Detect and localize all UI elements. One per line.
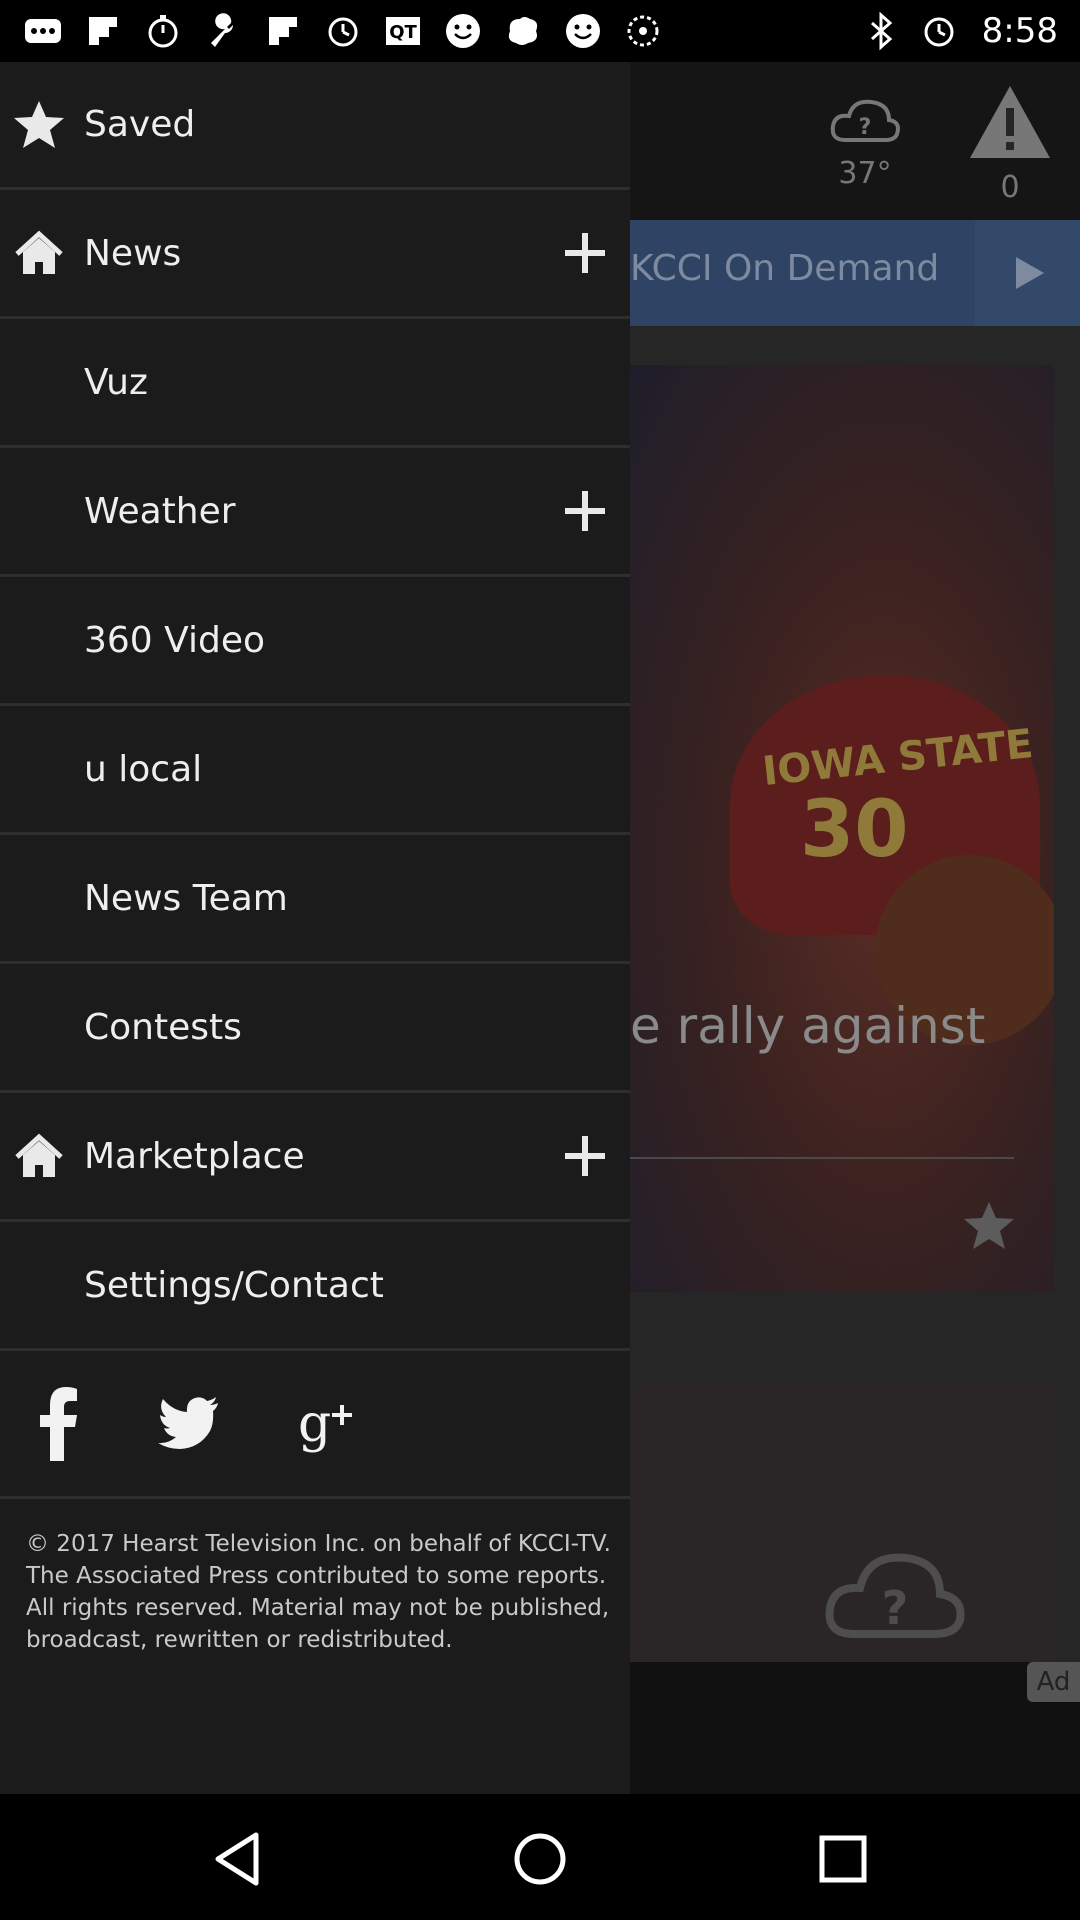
card-divider: [630, 1157, 1014, 1159]
svg-text:?: ?: [859, 115, 872, 140]
temperature: 37°: [838, 156, 892, 191]
menu-item-news[interactable]: News: [0, 190, 630, 319]
story-card[interactable]: IOWA STATE 30: [630, 365, 1054, 1292]
home-icon[interactable]: [505, 1824, 575, 1894]
more-icon: [22, 10, 64, 52]
brain-icon: [502, 10, 544, 52]
menu-item-360-video[interactable]: 360 Video: [0, 577, 630, 706]
menu-item-label: News: [84, 232, 182, 274]
story-headline[interactable]: e rally against: [630, 997, 985, 1055]
menu-item-weather[interactable]: Weather: [0, 448, 630, 577]
bluetooth-icon: [860, 10, 902, 52]
menu-item-label: Marketplace: [84, 1135, 305, 1177]
menu-item-marketplace[interactable]: Marketplace: [0, 1093, 630, 1222]
warning-icon: [970, 86, 1050, 158]
alarm-icon: [918, 10, 960, 52]
menu-item-label: Contests: [84, 1006, 242, 1048]
menu-item-settings-contact[interactable]: Settings/Contact: [0, 1222, 630, 1351]
on-demand-label: KCCI On Demand: [630, 248, 940, 289]
menu-item-u-local[interactable]: u local: [0, 706, 630, 835]
alerts-widget[interactable]: 0: [960, 82, 1060, 205]
menu-item-saved[interactable]: Saved: [0, 62, 630, 190]
menu-item-label: Saved: [84, 104, 196, 145]
menu-item-vuz[interactable]: Vuz: [0, 319, 630, 448]
notification-icons: QT: [22, 10, 664, 52]
expand-plus-icon[interactable]: [560, 228, 610, 278]
home-icon: [12, 1129, 66, 1183]
jersey-number: 30: [800, 785, 909, 875]
alert-count: 0: [1000, 170, 1020, 205]
menu-item-label: Weather: [84, 490, 236, 532]
timer-icon: [622, 10, 664, 52]
play-icon: [1015, 257, 1044, 289]
svg-text:g: g: [298, 1394, 331, 1454]
status-time: 8:58: [981, 11, 1058, 51]
flipboard-icon: [262, 10, 304, 52]
twitter-icon[interactable]: [154, 1385, 224, 1461]
home-icon: [12, 226, 66, 280]
star-icon: [12, 98, 66, 152]
flipboard-icon: [82, 10, 124, 52]
system-nav-bar: [0, 1794, 1080, 1920]
menu-item-label: Vuz: [84, 361, 148, 403]
svg-text:QT: QT: [389, 22, 417, 43]
system-icons: 8:58: [860, 10, 1058, 52]
svg-text:?: ?: [882, 1581, 909, 1635]
menu-item-news-team[interactable]: News Team: [0, 835, 630, 964]
ad-badge: Ad: [1027, 1662, 1080, 1702]
weather-widget[interactable]: ? 37°: [820, 92, 910, 191]
expand-plus-icon[interactable]: [560, 1131, 610, 1181]
play-button[interactable]: [975, 220, 1080, 326]
recents-icon[interactable]: [808, 1824, 878, 1894]
menu-item-label: 360 Video: [84, 619, 266, 661]
cloud-question-icon: ?: [830, 99, 900, 142]
expand-plus-icon[interactable]: [560, 486, 610, 536]
back-icon[interactable]: [202, 1824, 272, 1894]
save-star-icon[interactable]: [962, 1200, 1016, 1256]
smiley-icon: [442, 10, 484, 52]
smiley-icon: [562, 10, 604, 52]
google-plus-icon[interactable]: g: [296, 1385, 360, 1461]
alarm-icon: [322, 10, 364, 52]
status-bar: QT 8:58: [0, 0, 1080, 62]
navigation-drawer: Saved News Vuz Weather 360 Video u local…: [0, 62, 630, 1794]
wrench-icon: [202, 10, 244, 52]
qt-icon: QT: [382, 10, 424, 52]
social-links: g: [0, 1351, 630, 1499]
menu-item-label: u local: [84, 748, 203, 790]
copyright-text: © 2017 Hearst Television Inc. on behalf …: [26, 1531, 611, 1653]
menu-item-label: News Team: [84, 877, 288, 919]
menu-item-label: Settings/Contact: [84, 1264, 384, 1306]
menu-item-contests[interactable]: Contests: [0, 964, 630, 1093]
stopwatch-icon: [142, 10, 184, 52]
facebook-icon[interactable]: [30, 1385, 86, 1461]
cloud-question-icon: ?: [825, 1553, 965, 1638]
